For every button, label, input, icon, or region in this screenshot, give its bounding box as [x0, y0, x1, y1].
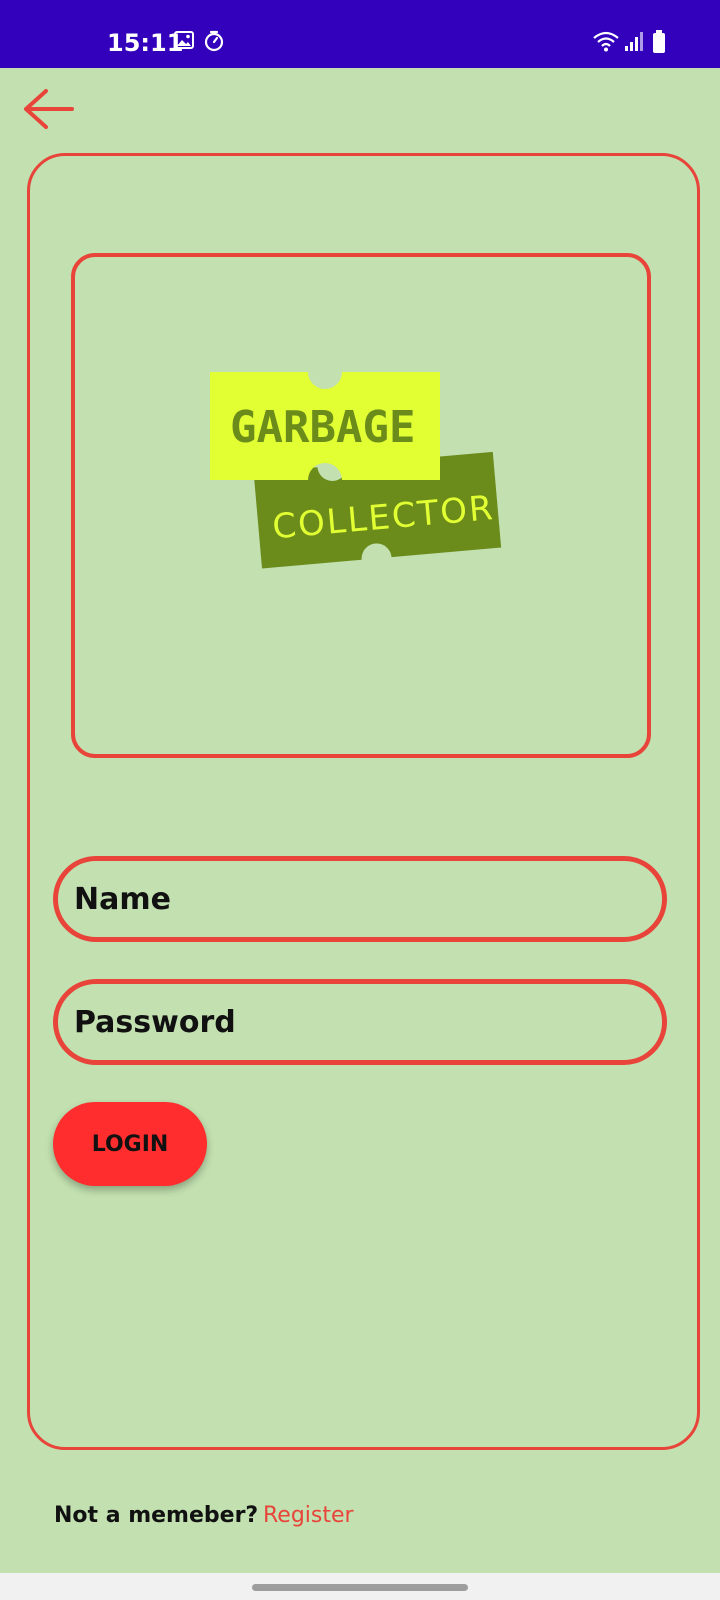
name-input[interactable] — [58, 861, 662, 937]
status-bar: 15:11 — [0, 0, 720, 68]
image-icon — [174, 31, 194, 49]
wifi-icon — [593, 31, 619, 52]
not-member-prompt: Not a memeber? — [54, 1503, 259, 1528]
status-time: 15:11 — [107, 29, 184, 57]
password-field[interactable] — [53, 979, 667, 1065]
home-indicator[interactable] — [252, 1584, 468, 1591]
name-field[interactable] — [53, 856, 667, 942]
password-input[interactable] — [58, 984, 662, 1060]
arrow-left-icon[interactable] — [20, 84, 80, 134]
register-link[interactable]: Register — [263, 1503, 354, 1528]
logo-top-word: GARBAGE — [230, 402, 415, 453]
login-button[interactable]: LOGIN — [53, 1102, 207, 1186]
battery-icon — [653, 30, 665, 53]
timer-icon — [204, 30, 224, 52]
signal-icon — [625, 32, 643, 51]
garbage-collector-logo: COLLECTOR GARBAGE — [210, 372, 502, 569]
